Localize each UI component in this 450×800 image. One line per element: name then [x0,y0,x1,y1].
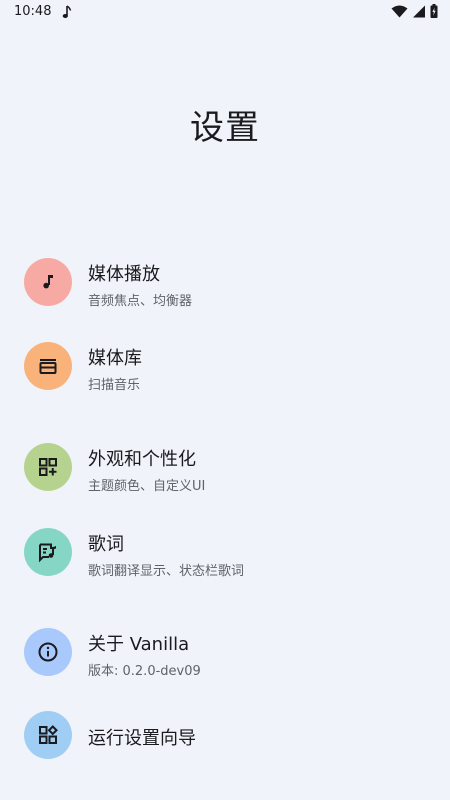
item-title: 媒体播放 [88,264,160,285]
item-title: 歌词 [88,534,124,555]
item-title: 运行设置向导 [88,728,196,749]
item-icon-bg [24,443,72,491]
library-icon [37,355,59,377]
settings-item-lyrics[interactable]: 歌词 歌词翻译显示、状态栏歌词 [0,514,450,590]
item-subtitle: 版本: 0.2.0-dev09 [88,664,201,679]
settings-item-media-library[interactable]: 媒体库 扫描音乐 [0,328,450,404]
item-icon-bg [24,342,72,390]
settings-list: 媒体播放 音频焦点、均衡器 媒体库 扫描音乐 外观和个性化 主题颜色、自定义UI… [0,0,450,800]
item-subtitle: 主题颜色、自定义UI [88,479,206,494]
item-title: 关于 Vanilla [88,634,190,655]
item-subtitle: 扫描音乐 [88,378,141,393]
settings-item-appearance[interactable]: 外观和个性化 主题颜色、自定义UI [0,429,450,505]
item-icon-bg [24,258,72,306]
item-title: 媒体库 [88,348,142,369]
settings-item-about[interactable]: 关于 Vanilla 版本: 0.2.0-dev09 [0,614,450,690]
item-subtitle: 音频焦点、均衡器 [88,294,193,309]
wizard-icon [37,724,59,746]
item-icon-bg [24,528,72,576]
settings-item-media-playback[interactable]: 媒体播放 音频焦点、均衡器 [0,244,450,320]
item-icon-bg [24,628,72,676]
settings-item-setup-wizard[interactable]: 运行设置向导 [0,697,450,773]
info-icon [37,641,59,663]
item-icon-bg [24,711,72,759]
music-note-icon [38,272,58,292]
item-title: 外观和个性化 [88,449,196,470]
item-subtitle: 歌词翻译显示、状态栏歌词 [88,564,245,579]
lyrics-icon [37,541,59,563]
widgets-add-icon [37,456,59,478]
